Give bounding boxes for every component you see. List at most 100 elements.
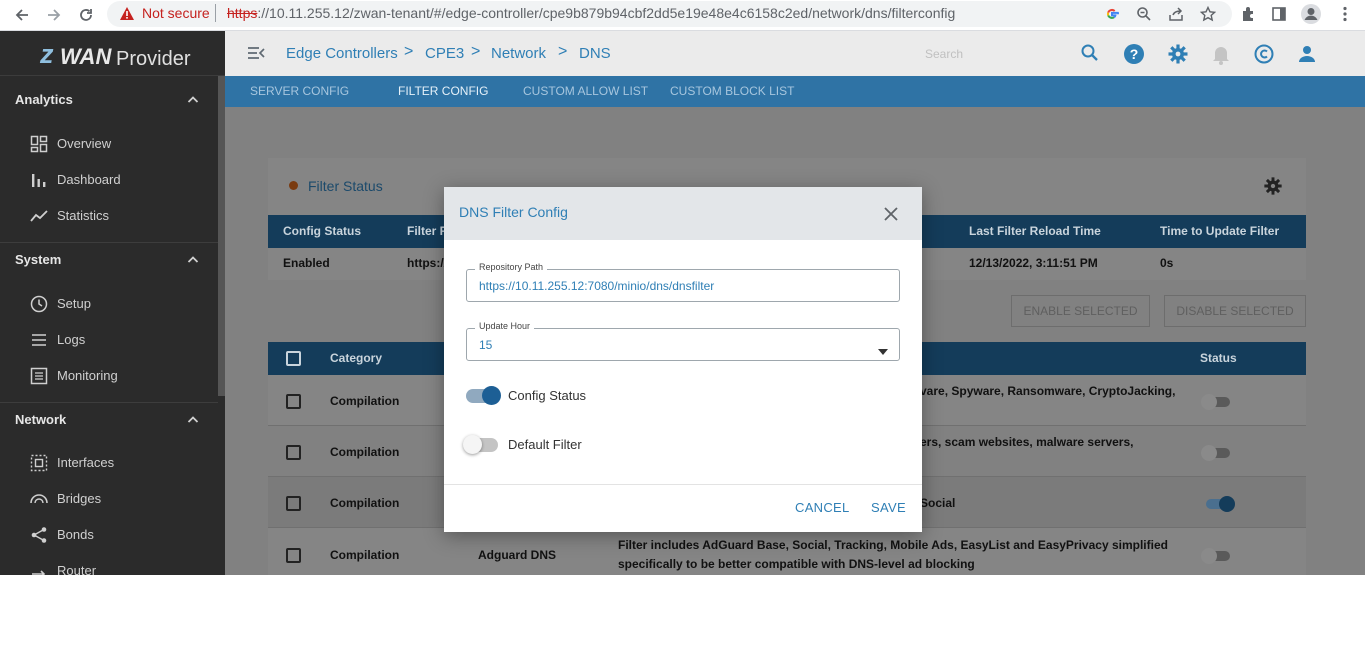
help-icon[interactable]: ? xyxy=(1123,43,1145,65)
update-hour-select[interactable]: Update Hour 15 xyxy=(466,321,900,361)
config-status-toggle[interactable] xyxy=(466,386,501,405)
trend-line-icon xyxy=(30,207,48,225)
logo-provider: Provider xyxy=(116,48,191,70)
sidebar-item-bridges[interactable]: Bridges xyxy=(0,482,218,516)
sidebar: z WAN Provider Analytics Overview Dashbo… xyxy=(0,31,225,575)
bell-icon[interactable] xyxy=(1210,43,1232,65)
profile-icon[interactable] xyxy=(1300,3,1322,25)
breadcrumb-edge-controllers[interactable]: Edge Controllers xyxy=(286,45,398,62)
sidebar-item-label: Router xyxy=(57,563,97,575)
col-last-reload: Last Filter Reload Time xyxy=(969,224,1101,238)
share-icon[interactable] xyxy=(1165,3,1187,25)
col-status: Status xyxy=(1200,351,1237,365)
forward-icon[interactable] xyxy=(42,3,66,27)
default-filter-toggle[interactable] xyxy=(463,435,498,454)
settings-gear-icon[interactable] xyxy=(1167,43,1189,65)
row-checkbox[interactable] xyxy=(286,496,301,511)
row-status-toggle[interactable] xyxy=(1206,496,1235,512)
row-category: Compilation xyxy=(330,445,400,459)
sidebar-item-label: Statistics xyxy=(57,208,110,223)
zoom-icon[interactable] xyxy=(1133,3,1155,25)
copyright-icon[interactable] xyxy=(1253,43,1275,65)
config-status-value: Enabled xyxy=(283,256,330,270)
time-to-update-value: 0s xyxy=(1160,256,1174,270)
card-settings-gear-icon[interactable] xyxy=(1263,176,1283,201)
sidebar-item-logs[interactable]: Logs xyxy=(0,323,218,357)
sidebar-section-analytics[interactable]: Analytics xyxy=(0,83,218,119)
sidebar-item-label: Monitoring xyxy=(57,368,118,383)
sidebar-section-system[interactable]: System xyxy=(0,243,218,279)
extensions-icon[interactable] xyxy=(1237,3,1259,25)
col-category: Category xyxy=(330,351,383,365)
reload-icon[interactable] xyxy=(74,3,98,27)
sidebar-item-statistics[interactable]: Statistics xyxy=(0,199,218,233)
update-hour-label: Update Hour xyxy=(475,321,535,331)
section-title: System xyxy=(15,252,62,267)
sidebar-item-interfaces[interactable]: Interfaces xyxy=(0,446,218,480)
logo-wan: WAN xyxy=(60,44,112,69)
url-scheme: https xyxy=(227,5,258,21)
breadcrumb-network[interactable]: Network xyxy=(491,45,546,62)
row-checkbox[interactable] xyxy=(286,548,301,563)
url-path: ://10.11.255.12/zwan-tenant/#/edge-contr… xyxy=(257,5,956,21)
cancel-button[interactable]: CANCEL xyxy=(795,500,850,515)
breadcrumb-separator: > xyxy=(404,43,414,60)
sidebar-section-network[interactable]: Network xyxy=(0,403,218,439)
sidebar-item-monitoring[interactable]: Monitoring xyxy=(0,359,218,393)
save-button[interactable]: SAVE xyxy=(871,500,906,515)
back-icon[interactable] xyxy=(10,3,34,27)
repository-path-label: Repository Path xyxy=(475,262,548,272)
row-description: ers, scam websites, malware servers, xyxy=(920,435,1134,449)
side-panel-icon[interactable] xyxy=(1268,3,1290,25)
row-status-toggle[interactable] xyxy=(1201,394,1230,410)
chevron-up-icon xyxy=(186,93,200,112)
address-bar[interactable]: Not secure https://10.11.255.12/zwan-ten… xyxy=(107,1,1232,27)
tab-filter-config[interactable]: FILTER CONFIG xyxy=(398,84,488,98)
clock-icon xyxy=(30,295,48,313)
row-category: Compilation xyxy=(330,548,400,562)
enable-selected-button[interactable]: ENABLE SELECTED xyxy=(1011,295,1150,327)
tab-custom-allow-list[interactable]: CUSTOM ALLOW LIST xyxy=(523,84,648,98)
search-icon[interactable] xyxy=(1080,43,1102,65)
row-status-toggle[interactable] xyxy=(1201,445,1230,461)
logo: z WAN Provider xyxy=(0,31,225,76)
last-reload-value: 12/13/2022, 3:11:51 PM xyxy=(969,256,1098,270)
tab-server-config[interactable]: SERVER CONFIG xyxy=(250,84,349,98)
url-text: https://10.11.255.12/zwan-tenant/#/edge-… xyxy=(227,5,955,21)
browser-menu-icon[interactable] xyxy=(1334,3,1356,25)
sidebar-item-setup[interactable]: Setup xyxy=(0,287,218,321)
breadcrumb-cpe3[interactable]: CPE3 xyxy=(425,45,464,62)
sidebar-item-dashboard[interactable]: Dashboard xyxy=(0,163,218,197)
filter-repository-value: https:// xyxy=(407,256,447,270)
row-checkbox[interactable] xyxy=(286,394,301,409)
app-header: Edge Controllers > CPE3 > Network > DNS … xyxy=(225,31,1365,76)
chevron-up-icon xyxy=(186,413,200,432)
menu-collapse-icon[interactable] xyxy=(247,44,265,67)
row-status-toggle[interactable] xyxy=(1201,548,1230,564)
user-icon[interactable] xyxy=(1296,43,1318,65)
svg-text:?: ? xyxy=(1130,46,1139,62)
select-all-checkbox[interactable] xyxy=(286,351,301,366)
sidebar-scrollbar[interactable] xyxy=(218,76,225,396)
row-category: Compilation xyxy=(330,394,400,408)
sidebar-item-router[interactable]: Router xyxy=(0,554,218,575)
row-description: Filter includes AdGuard Base, Social, Tr… xyxy=(618,538,1168,552)
list-icon xyxy=(30,331,48,349)
warning-icon xyxy=(119,6,135,26)
default-filter-label: Default Filter xyxy=(508,437,582,452)
disable-selected-button[interactable]: DISABLE SELECTED xyxy=(1164,295,1306,327)
dialog-footer-divider xyxy=(444,484,922,485)
search-input[interactable]: Search xyxy=(925,47,963,61)
breadcrumb-separator: > xyxy=(471,43,481,60)
close-icon[interactable] xyxy=(884,207,898,226)
browser-toolbar: Not secure https://10.11.255.12/zwan-ten… xyxy=(0,0,1365,31)
sidebar-item-bonds[interactable]: Bonds xyxy=(0,518,218,552)
repository-path-field[interactable]: Repository Path https://10.11.255.12:708… xyxy=(466,262,900,302)
tab-custom-block-list[interactable]: CUSTOM BLOCK LIST xyxy=(670,84,794,98)
row-checkbox[interactable] xyxy=(286,445,301,460)
google-icon[interactable] xyxy=(1101,3,1123,25)
filter-status-title: Filter Status xyxy=(308,178,383,194)
update-hour-value: 15 xyxy=(479,338,493,352)
sidebar-item-overview[interactable]: Overview xyxy=(0,127,218,161)
bookmark-star-icon[interactable] xyxy=(1197,3,1219,25)
